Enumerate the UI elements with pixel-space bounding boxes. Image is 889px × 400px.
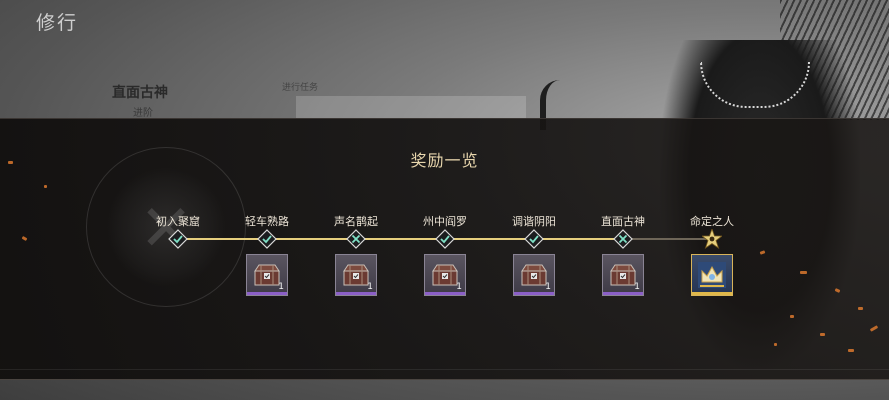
milestone-label: 调谐阴阳 — [512, 215, 556, 228]
crown-portrait-icon — [698, 262, 726, 288]
reward-slot[interactable]: 1 — [602, 254, 644, 296]
chest-icon — [431, 262, 459, 288]
milestone-label: 命定之人 — [690, 215, 734, 228]
diamond-check-icon[interactable] — [168, 229, 188, 249]
milestone-label: 州中阎罗 — [423, 215, 467, 228]
rarity-bar — [603, 292, 643, 295]
reward-count: 1 — [545, 282, 551, 292]
section-caption: 进阶 — [133, 108, 153, 119]
milestone-label: 直面古神 — [601, 215, 645, 228]
ember-particle — [848, 349, 854, 352]
reward-slot[interactable]: 1 — [424, 254, 466, 296]
background-card — [296, 96, 526, 118]
ember-particle — [774, 343, 777, 346]
rarity-bar — [425, 292, 465, 295]
reward-slot[interactable] — [691, 254, 733, 296]
reward-count: 1 — [278, 282, 284, 292]
ember-particle — [869, 325, 879, 332]
milestone-label: 声名鹊起 — [334, 215, 378, 228]
progress-track-fill — [178, 238, 623, 240]
chest-icon — [342, 262, 370, 288]
section-title: 直面古神 — [112, 85, 168, 101]
rarity-bar — [514, 292, 554, 295]
reward-slot[interactable]: 1 — [513, 254, 555, 296]
reward-slot[interactable]: 1 — [335, 254, 377, 296]
ember-particle — [800, 271, 807, 274]
rarity-bar — [336, 292, 376, 295]
diamond-check-icon[interactable] — [257, 229, 277, 249]
ember-particle — [21, 235, 28, 242]
ember-particle — [759, 250, 766, 255]
reward-count: 1 — [634, 282, 640, 292]
ember-particle — [44, 185, 47, 188]
chest-icon — [520, 262, 548, 288]
page-title: 修行 — [36, 12, 79, 34]
star-emblem-icon[interactable] — [700, 227, 724, 250]
chest-icon — [609, 262, 637, 288]
diamond-check-icon[interactable] — [524, 229, 544, 249]
modal-title: 奖励一览 — [410, 151, 479, 170]
reward-slot[interactable]: 1 — [246, 254, 288, 296]
ember-particle — [8, 161, 13, 164]
diamond-cross-icon[interactable] — [346, 229, 366, 249]
radio-label: 进行任务 — [282, 83, 319, 93]
reward-overview-panel[interactable]: ✕ 奖励一览 初入聚窟 轻车熟路 1 声名鹊起 1 州中阎罗 1 调谐阴阳 1 … — [0, 118, 889, 380]
milestone-label: 初入聚窟 — [156, 215, 200, 228]
diamond-cross-icon[interactable] — [613, 229, 633, 249]
rarity-bar — [692, 292, 732, 295]
chest-icon — [253, 262, 281, 288]
reward-count: 1 — [456, 282, 462, 292]
ember-particle — [820, 333, 825, 336]
milestone-label: 轻车熟路 — [245, 215, 289, 228]
ember-particle — [790, 315, 794, 318]
ember-particle — [834, 288, 841, 293]
reward-count: 1 — [367, 282, 373, 292]
panel-divider — [0, 369, 889, 370]
diamond-check-icon[interactable] — [435, 229, 455, 249]
rarity-bar — [247, 292, 287, 295]
emblem-cross-icon: ✕ — [139, 192, 193, 266]
ember-particle — [858, 307, 863, 310]
